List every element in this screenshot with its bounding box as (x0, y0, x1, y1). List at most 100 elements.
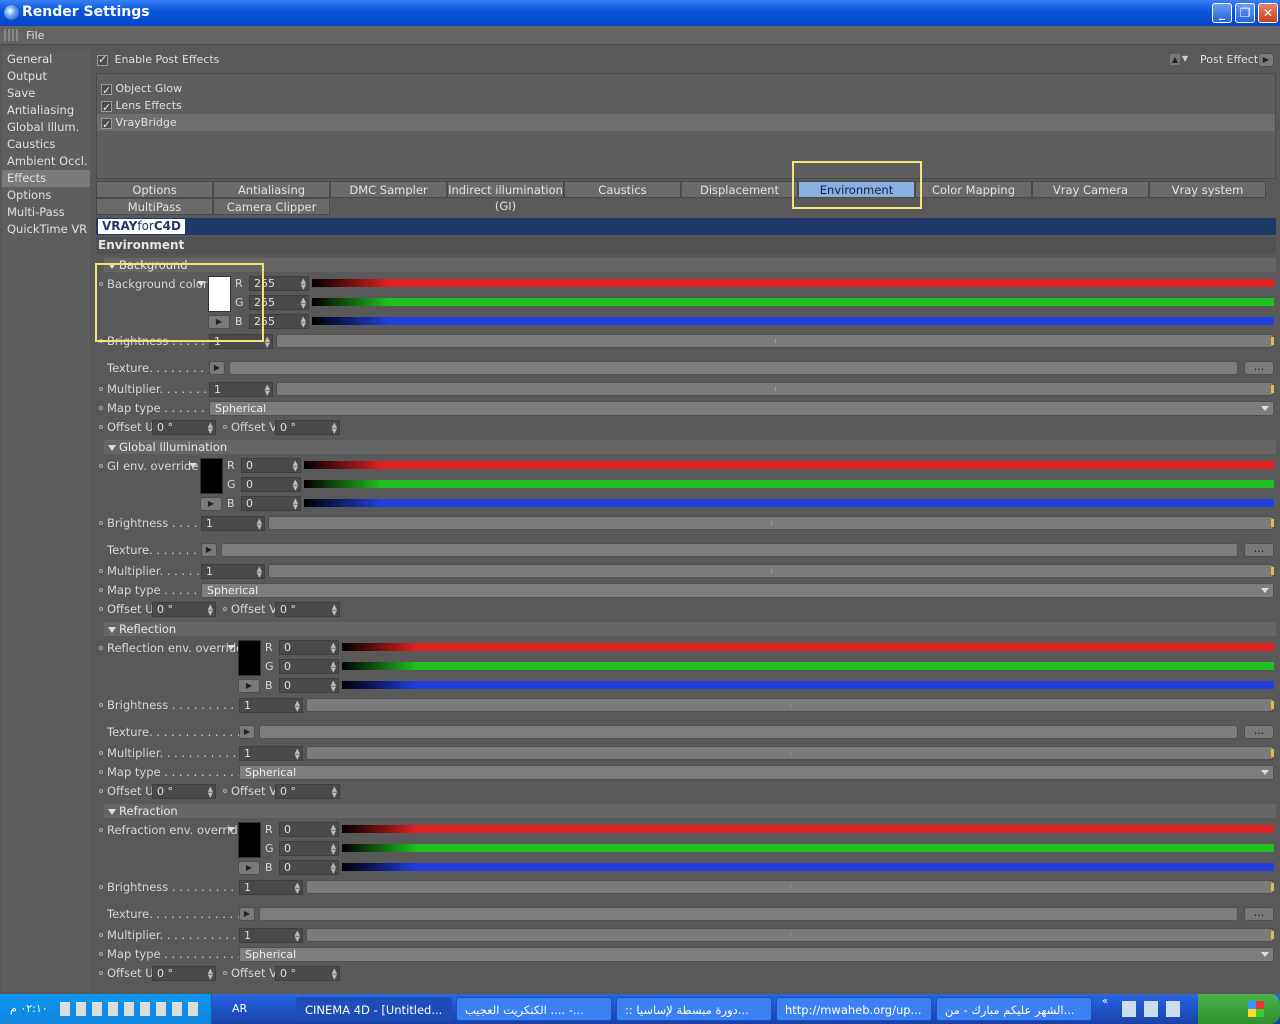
tab-options[interactable]: Options (96, 181, 213, 198)
background-texture-browse-button[interactable]: ... (1244, 361, 1274, 375)
reflection-offsetv-field[interactable]: 0 ° ▲ ▼ (275, 784, 340, 799)
gi-color-anim-dot[interactable] (99, 464, 103, 468)
refraction-maptype-anim-dot[interactable] (99, 952, 103, 956)
reflection-color-picker-button[interactable]: ▶ (238, 679, 260, 693)
refraction-multiplier-slider[interactable] (306, 928, 1274, 942)
reflection-channel-b-field[interactable]: 0 ▲ ▼ (279, 678, 339, 693)
gi-maptype-dropdown[interactable]: Spherical (201, 583, 1274, 598)
spinner-arrows-icon[interactable]: ▲ ▼ (295, 748, 300, 761)
start-button[interactable] (1198, 994, 1280, 1024)
refraction-offsetv-anim-dot[interactable] (223, 971, 227, 975)
tab-camera-clipper[interactable]: Camera Clipper (213, 198, 330, 215)
background-multiplier-anim-dot[interactable] (99, 387, 103, 391)
gi-brightness-slider[interactable] (268, 516, 1274, 530)
refraction-brightness-anim-dot[interactable] (99, 885, 103, 889)
reflection-multiplier-anim-dot[interactable] (99, 751, 103, 755)
background-brightness-slider[interactable] (276, 334, 1274, 348)
refraction-texture-browse-button[interactable]: ... (1244, 907, 1274, 921)
refraction-maptype-dropdown[interactable]: Spherical (239, 947, 1274, 962)
sidebar-item-caustics[interactable]: Caustics (2, 136, 90, 153)
task-window-2[interactable]: الكنكريت العجيب .... -... (456, 997, 612, 1021)
reflection-texture-browse-button[interactable]: ... (1244, 725, 1274, 739)
arrow-up-icon[interactable]: ▲ (1170, 54, 1180, 65)
refraction-channel-r-slider[interactable] (342, 825, 1274, 833)
tab-multipass[interactable]: MultiPass (96, 198, 213, 215)
sidebar-item-antialiasing[interactable]: Antialiasing (2, 102, 90, 119)
refraction-channel-r-field[interactable]: 0 ▲ ▼ (279, 822, 339, 837)
tray-icons[interactable] (60, 1002, 200, 1016)
tab-color-mapping[interactable]: Color Mapping (915, 181, 1032, 198)
refraction-channel-g-slider[interactable] (342, 844, 1274, 852)
gi-multiplier-anim-dot[interactable] (99, 569, 103, 573)
spinner-arrows-icon[interactable]: ▲ ▼ (301, 278, 306, 291)
gi-color-picker-button[interactable]: ▶ (200, 497, 222, 511)
task-window-5[interactable]: الشهر عليكم مبارك - من... (936, 997, 1092, 1021)
task-window-3[interactable]: :: دورة مبسطة لإساسيا... (616, 997, 772, 1021)
background-texture-menu-button[interactable]: ▶ (209, 361, 225, 375)
refraction-texture-menu-button[interactable]: ▶ (239, 907, 255, 921)
spinner-arrows-icon[interactable]: ▲ ▼ (332, 786, 337, 799)
spinner-arrows-icon[interactable]: ▲ ▼ (293, 498, 298, 511)
refraction-color-menu-icon[interactable] (227, 827, 235, 832)
spinner-arrows-icon[interactable]: ▲ ▼ (208, 968, 213, 981)
refraction-brightness-field[interactable]: 1 ▲ ▼ (239, 880, 303, 895)
effect-item-vraybridge[interactable]: VrayBridge (97, 114, 1275, 133)
background-offsetv-field[interactable]: 0 ° ▲ ▼ (275, 420, 340, 435)
sidebar-item-options[interactable]: Options (2, 187, 90, 204)
reflection-offsetu-field[interactable]: 0 ° ▲ ▼ (152, 784, 216, 799)
gi-color-menu-icon[interactable] (189, 463, 197, 468)
reflection-brightness-slider[interactable] (306, 698, 1274, 712)
spinner-arrows-icon[interactable]: ▲ ▼ (331, 862, 336, 875)
effect-checkbox[interactable] (101, 82, 112, 99)
spinner-arrows-icon[interactable]: ▲ ▼ (208, 604, 213, 617)
effect-checkbox[interactable] (101, 99, 112, 116)
gi-texture-field[interactable] (221, 543, 1238, 557)
reflection-color-menu-icon[interactable] (227, 645, 235, 650)
spinner-arrows-icon[interactable]: ▲ ▼ (331, 824, 336, 837)
sidebar-item-ambient-occl[interactable]: Ambient Occl. (2, 153, 90, 170)
gi-channel-r-slider[interactable] (304, 461, 1274, 469)
gi-channel-g-slider[interactable] (304, 480, 1274, 488)
background-maptype-anim-dot[interactable] (99, 406, 103, 410)
refraction-section-header[interactable]: Refraction (104, 804, 1276, 818)
reflection-channel-g-field[interactable]: 0 ▲ ▼ (279, 659, 339, 674)
refraction-channel-b-field[interactable]: 0 ▲ ▼ (279, 860, 339, 875)
gi-offsetv-field[interactable]: 0 ° ▲ ▼ (275, 602, 340, 617)
reflection-texture-menu-button[interactable]: ▶ (239, 725, 255, 739)
background-channel-r-slider[interactable] (312, 279, 1274, 287)
background-channel-g-slider[interactable] (312, 298, 1274, 306)
gi-texture-menu-button[interactable]: ▶ (201, 543, 217, 557)
tab-antialiasing[interactable]: Antialiasing (213, 181, 330, 198)
reflection-brightness-field[interactable]: 1 ▲ ▼ (239, 698, 303, 713)
refraction-color-swatch[interactable] (238, 822, 261, 858)
spinner-arrows-icon[interactable]: ▲ ▼ (331, 642, 336, 655)
effect-item-lens-effects[interactable]: Lens Effects (97, 97, 1275, 116)
reflection-offsetu-anim-dot[interactable] (99, 789, 103, 793)
background-section-header[interactable]: Background (104, 258, 1276, 272)
reflection-channel-b-slider[interactable] (342, 681, 1274, 689)
refraction-multiplier-field[interactable]: 1 ▲ ▼ (239, 928, 303, 943)
tab-vray-camera[interactable]: Vray Camera (1032, 181, 1149, 198)
spinner-arrows-icon[interactable]: ▲ ▼ (301, 297, 306, 310)
gi-multiplier-field[interactable]: 1 ▲ ▼ (201, 564, 265, 579)
refraction-color-anim-dot[interactable] (99, 828, 103, 832)
spinner-arrows-icon[interactable]: ▲ ▼ (293, 460, 298, 473)
background-multiplier-field[interactable]: 1 ▲ ▼ (209, 382, 273, 397)
gi-offsetu-anim-dot[interactable] (99, 607, 103, 611)
tab-displacement[interactable]: Displacement (681, 181, 798, 198)
reflection-color-anim-dot[interactable] (99, 646, 103, 650)
refraction-channel-b-slider[interactable] (342, 863, 1274, 871)
spinner-arrows-icon[interactable]: ▲ ▼ (265, 384, 270, 397)
reflection-section-header[interactable]: Reflection (104, 622, 1276, 636)
task-cinema4d[interactable]: CINEMA 4D - [Untitled... (296, 997, 452, 1021)
sidebar-item-multi-pass[interactable]: Multi-Pass (2, 204, 90, 221)
gi-channel-r-field[interactable]: 0 ▲ ▼ (241, 458, 301, 473)
background-offsetv-anim-dot[interactable] (223, 425, 227, 429)
gi-channel-b-field[interactable]: 0 ▲ ▼ (241, 496, 301, 511)
background-maptype-dropdown[interactable]: Spherical (209, 401, 1274, 416)
refraction-texture-field[interactable] (259, 907, 1238, 921)
gi-multiplier-slider[interactable] (268, 564, 1274, 578)
collapse-triangle-icon[interactable] (108, 808, 116, 815)
quicklaunch-chevron-icon[interactable]: « (1102, 996, 1108, 1007)
gi-maptype-anim-dot[interactable] (99, 588, 103, 592)
